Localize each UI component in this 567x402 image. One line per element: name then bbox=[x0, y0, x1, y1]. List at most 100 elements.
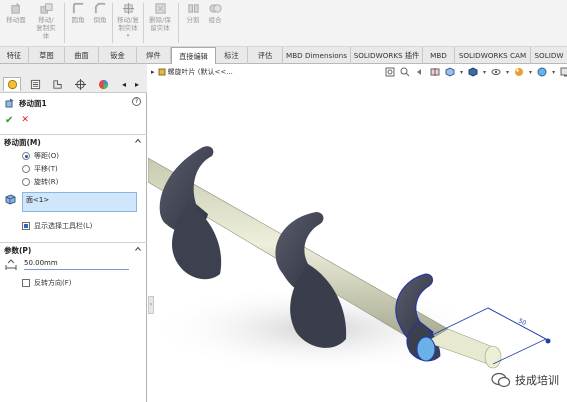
ribbon-separator bbox=[64, 3, 65, 43]
chamfer-icon bbox=[94, 2, 105, 14]
property-manager-icon bbox=[30, 79, 40, 89]
section-move-face[interactable]: 移动面(M) bbox=[0, 134, 147, 148]
feature-tree-icon bbox=[7, 79, 17, 90]
move-copy-body-label-1: 移动/ bbox=[38, 16, 54, 24]
tab-direct-editing[interactable]: 直接编辑 bbox=[171, 47, 216, 65]
distance-icon bbox=[5, 259, 17, 270]
combine-icon bbox=[208, 4, 222, 13]
tab-feature-tree[interactable] bbox=[3, 77, 21, 91]
show-selection-toolbar-checkbox[interactable]: 显示选择工具栏(L) bbox=[22, 221, 92, 231]
tab-surfaces[interactable]: 曲面 bbox=[65, 47, 99, 64]
move-copy-body-label-2: 复制实 bbox=[36, 24, 56, 32]
move-copy-solid-label-2: 制实体 bbox=[118, 24, 138, 32]
face-selection-box[interactable]: 面<1> bbox=[22, 192, 137, 212]
chevron-right-icon: ▸ bbox=[134, 79, 139, 89]
tab-solidworks-addins[interactable]: SOLIDWORKS 插件 bbox=[351, 47, 423, 64]
command-manager-tabs: 特征 草图 曲面 钣金 焊件 直接编辑 标注 评估 MBD Dimensions… bbox=[0, 47, 567, 65]
screw-conveyor-model[interactable]: 50 bbox=[148, 64, 567, 402]
face-selection-item[interactable]: 面<1> bbox=[26, 196, 49, 204]
move-face-icon bbox=[5, 98, 14, 108]
color-wheel-icon bbox=[98, 79, 108, 89]
reverse-direction-label: 反转方向(F) bbox=[34, 279, 72, 287]
page-title: 移动面1 bbox=[19, 98, 47, 108]
tab-scroll-right[interactable]: ▸ bbox=[131, 77, 143, 91]
reverse-direction-checkbox[interactable]: 反转方向(F) bbox=[22, 278, 72, 288]
combine-button[interactable]: 组合 bbox=[205, 2, 225, 24]
move-face-button[interactable]: 移动面 bbox=[4, 2, 28, 24]
delete-keep-body-icon bbox=[154, 3, 166, 14]
tab-display-manager[interactable] bbox=[94, 77, 112, 91]
distance-input[interactable]: 50.00mm bbox=[24, 258, 129, 270]
dimension-label[interactable]: 50 bbox=[517, 317, 527, 327]
radio-rotate-label: 旋转(R) bbox=[34, 178, 59, 186]
tab-evaluate[interactable]: 评估 bbox=[248, 47, 283, 64]
move-face-icon bbox=[10, 2, 20, 14]
help-icon[interactable]: ? bbox=[132, 97, 141, 106]
tab-mbd[interactable]: MBD bbox=[423, 47, 455, 64]
show-selection-toolbar-label: 显示选择工具栏(L) bbox=[34, 222, 93, 230]
section-parameters[interactable]: 参数(P) bbox=[0, 242, 147, 256]
chamfer-label: 倒角 bbox=[93, 16, 107, 24]
radio-offset[interactable]: 等距(O) bbox=[22, 151, 59, 161]
move-face-label: 移动面 bbox=[6, 16, 26, 24]
radio-translate-label: 平移(T) bbox=[34, 165, 58, 173]
split-icon bbox=[187, 4, 199, 13]
radio-translate-button[interactable] bbox=[22, 165, 30, 173]
move-copy-body-icon bbox=[39, 3, 53, 14]
tab-solidworks-cam[interactable]: SOLIDWORKS CAM bbox=[455, 47, 531, 64]
tab-dimxpert[interactable] bbox=[71, 77, 89, 91]
tab-configuration-manager[interactable] bbox=[48, 77, 66, 91]
radio-translate[interactable]: 平移(T) bbox=[22, 164, 58, 174]
cancel-button[interactable]: ✕ bbox=[21, 115, 29, 125]
delete-keep-body-button[interactable]: 删除/保 留实体 bbox=[146, 2, 174, 32]
chamfer-button[interactable]: 倒角 bbox=[90, 2, 110, 24]
reverse-direction-check[interactable] bbox=[22, 279, 30, 287]
ribbon-separator bbox=[143, 3, 144, 43]
fillet-label: 圆角 bbox=[71, 16, 85, 24]
move-copy-solid-label-1: 移动/复 bbox=[117, 16, 139, 24]
tab-mbd-dimensions[interactable]: MBD Dimensions bbox=[283, 47, 351, 64]
chevron-up-icon[interactable] bbox=[135, 138, 141, 144]
fillet-button[interactable]: 圆角 bbox=[68, 2, 88, 24]
ribbon: 移动面 移动/ 复制实 体 圆角 倒角 移动/复 制实体 ▾ 删除/保 留实体 … bbox=[0, 0, 567, 47]
fillet-icon bbox=[72, 2, 83, 14]
split-button[interactable]: 分割 bbox=[183, 2, 203, 24]
move-copy-solid-icon bbox=[122, 2, 134, 15]
chevron-up-icon[interactable] bbox=[135, 246, 141, 252]
radio-rotate-button[interactable] bbox=[22, 178, 30, 186]
ribbon-separator bbox=[178, 3, 179, 43]
move-copy-body-button[interactable]: 移动/ 复制实 体 bbox=[32, 2, 60, 40]
combine-label: 组合 bbox=[208, 16, 222, 24]
tab-scroll-left[interactable]: ◂ bbox=[118, 77, 130, 91]
panel-tab-strip: ◂ ▸ bbox=[0, 64, 147, 93]
face-selection-icon bbox=[5, 194, 16, 205]
tab-sketch[interactable]: 草图 bbox=[29, 47, 65, 64]
chevron-down-icon[interactable]: ▾ bbox=[127, 32, 130, 40]
radio-offset-label: 等距(O) bbox=[34, 152, 59, 160]
crosshair-icon bbox=[74, 78, 86, 90]
shaft-end-cap bbox=[484, 345, 502, 369]
selected-face[interactable] bbox=[416, 336, 436, 362]
tab-sheet-metal[interactable]: 钣金 bbox=[99, 47, 137, 64]
watermark: 技成培训 bbox=[491, 372, 559, 388]
property-manager: ◂ ▸ 移动面1 ? ✔ ✕ 移动面(M) 等距(O) 平移(T) 旋转(R) … bbox=[0, 64, 147, 402]
configuration-icon bbox=[52, 79, 62, 89]
tab-features[interactable]: 特征 bbox=[0, 47, 29, 64]
tab-property-manager[interactable] bbox=[26, 77, 44, 91]
tab-markup[interactable]: 标注 bbox=[216, 47, 248, 64]
move-copy-solid-button[interactable]: 移动/复 制实体 ▾ bbox=[115, 2, 141, 40]
tab-solidworks-more[interactable]: SOLIDW bbox=[531, 47, 567, 64]
drag-handle[interactable] bbox=[545, 338, 551, 344]
wechat-icon bbox=[491, 372, 511, 388]
watermark-text: 技成培训 bbox=[515, 374, 559, 387]
move-copy-body-label-3: 体 bbox=[42, 32, 50, 40]
distance-value[interactable]: 50.00mm bbox=[24, 259, 58, 267]
ok-button[interactable]: ✔ bbox=[5, 115, 13, 126]
radio-rotate[interactable]: 旋转(R) bbox=[22, 177, 58, 187]
graphics-area[interactable]: ▸ 螺旋叶片 (默认<<... ▾ ▾ ▾ ▾ ▾ ▾ › bbox=[148, 64, 567, 402]
show-selection-toolbar-check[interactable] bbox=[22, 222, 30, 230]
radio-offset-button[interactable] bbox=[22, 152, 30, 160]
tab-weldments[interactable]: 焊件 bbox=[137, 47, 171, 64]
ribbon-separator bbox=[112, 3, 113, 43]
section-move-face-title: 移动面(M) bbox=[4, 138, 41, 147]
